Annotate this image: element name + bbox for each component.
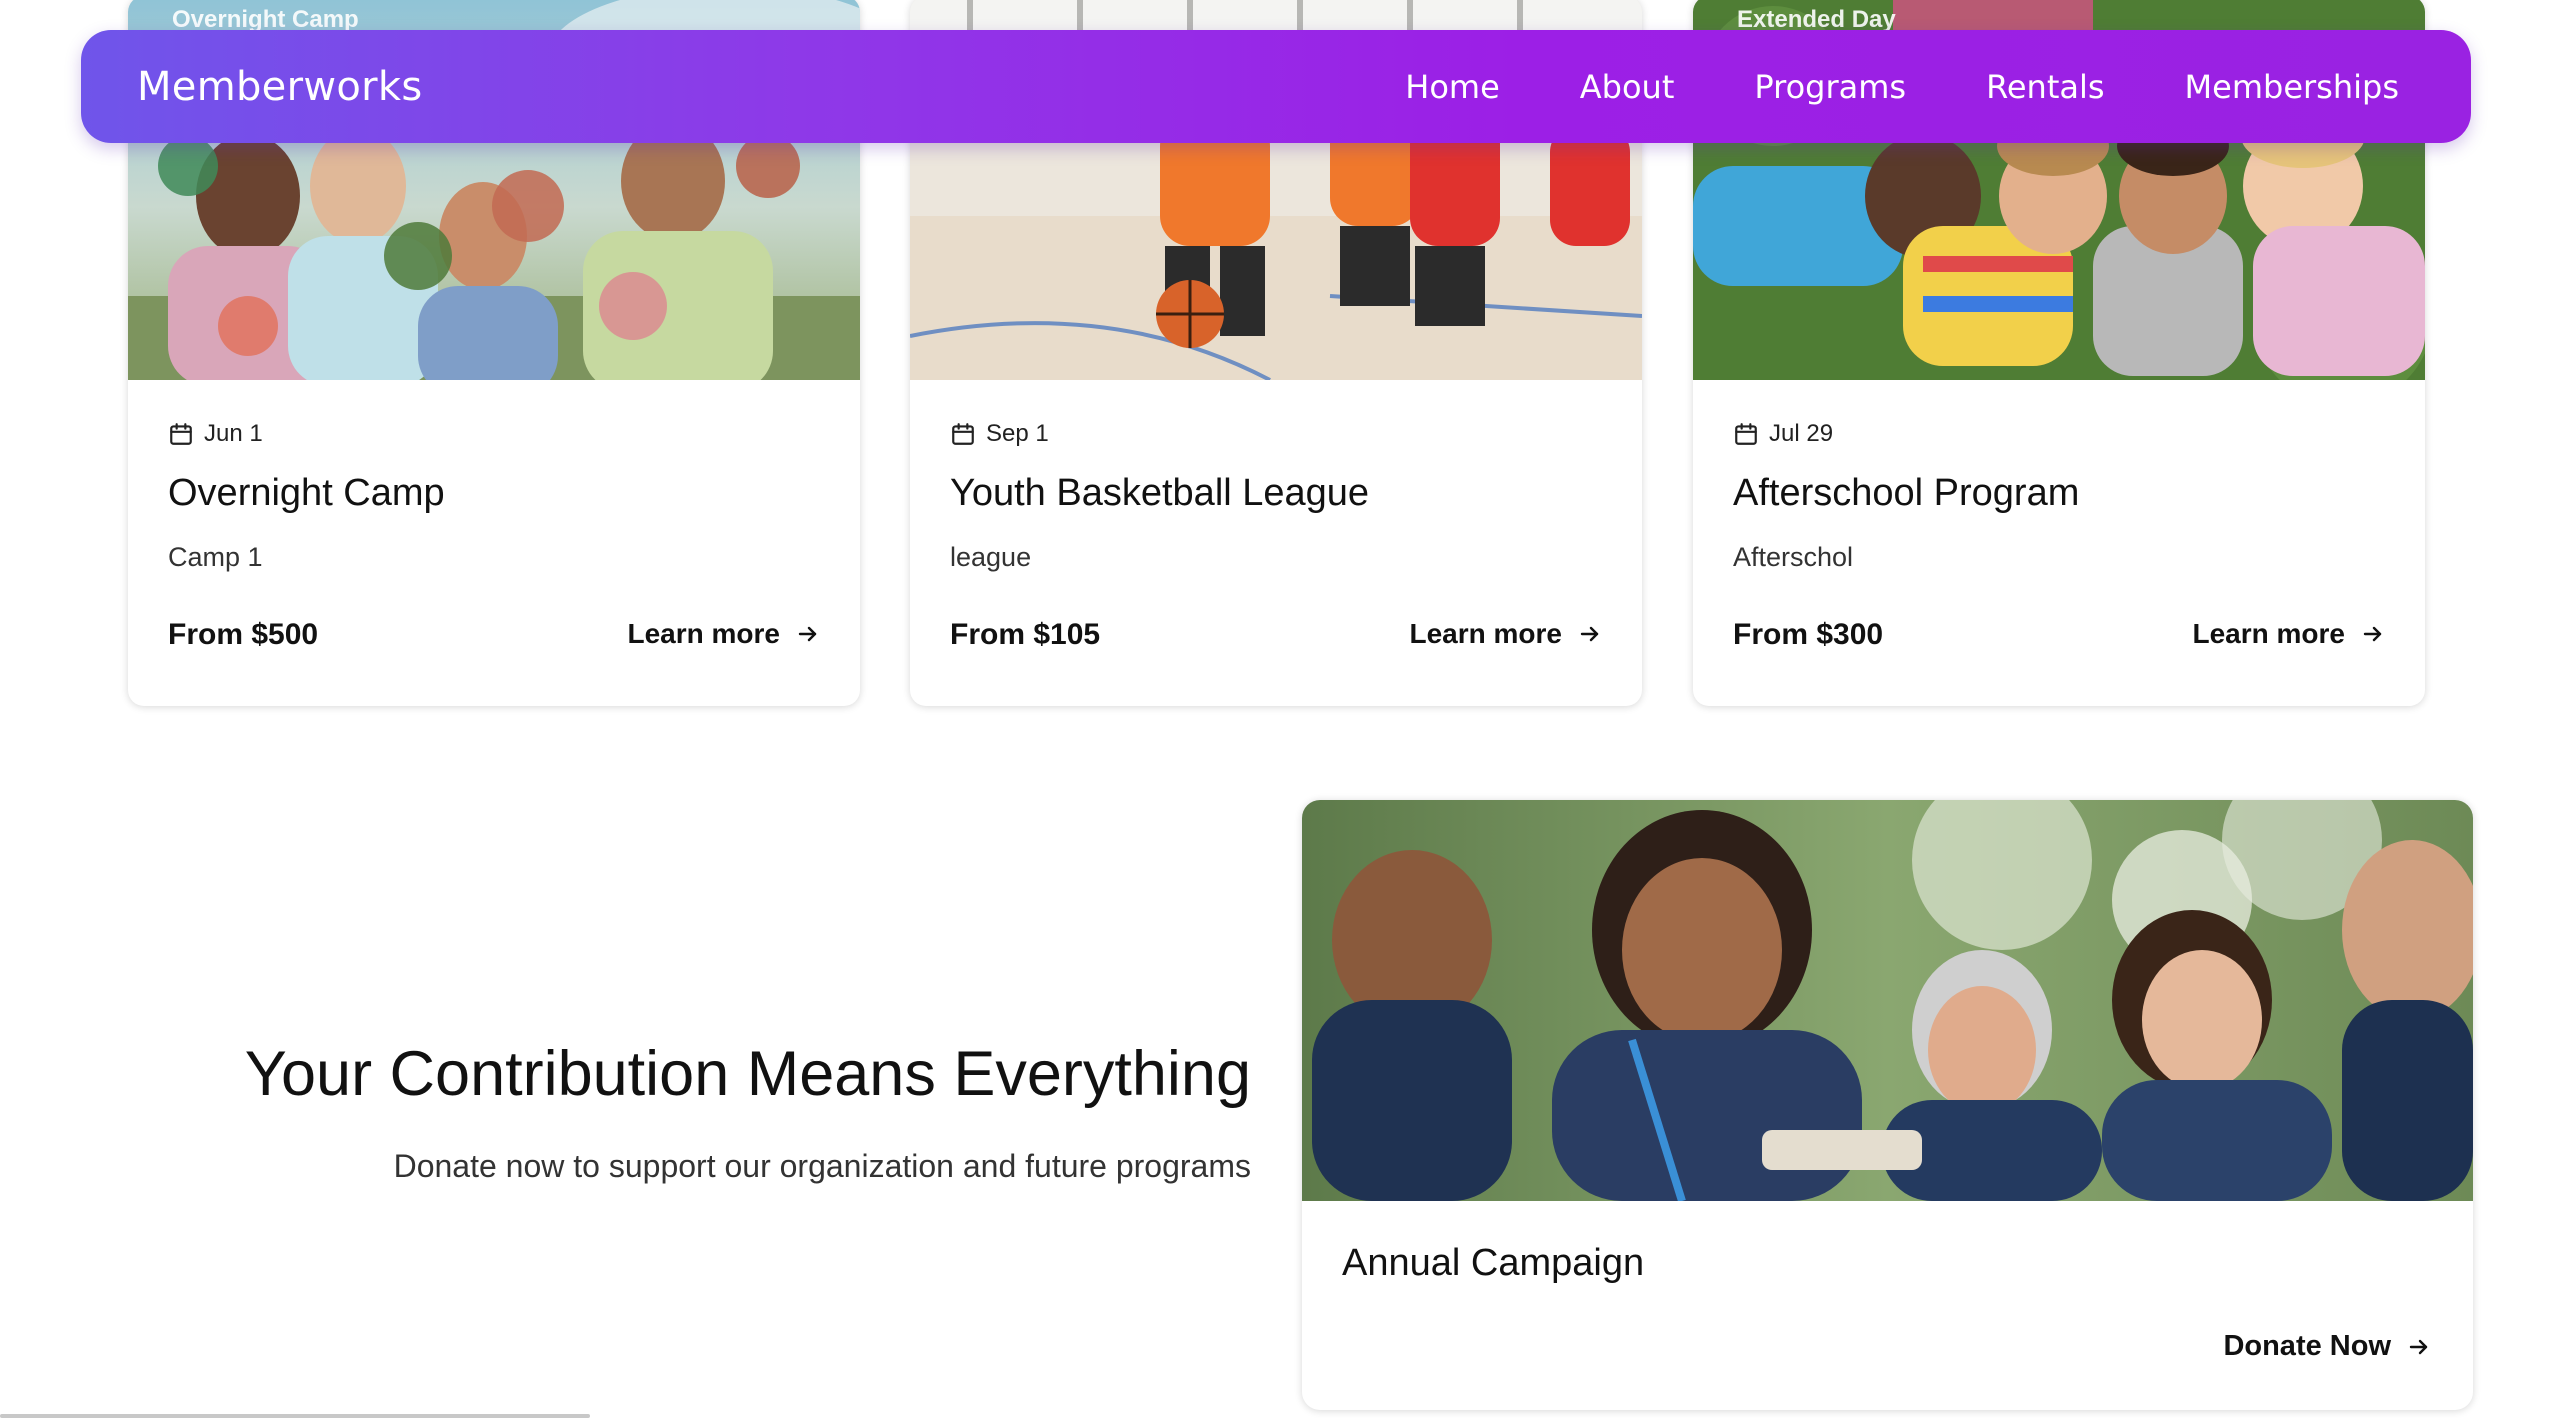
- campaign-image: [1302, 800, 2473, 1201]
- program-title[interactable]: Youth Basketball League: [950, 472, 1369, 515]
- campaign-title[interactable]: Annual Campaign: [1342, 1242, 1644, 1285]
- program-subtitle: Afterschol: [1733, 542, 1854, 572]
- arrow-right-icon: [1580, 626, 1599, 642]
- donate-now-label: Donate Now: [2223, 1330, 2391, 1362]
- learn-more-link[interactable]: Learn more: [2193, 618, 2386, 650]
- arrow-right-icon: [798, 626, 817, 642]
- program-date: Jun 1: [168, 420, 263, 448]
- calendar-icon: [1735, 423, 1757, 445]
- learn-more-label: Learn more: [1409, 618, 1563, 649]
- arrow-right-icon: [2363, 626, 2382, 642]
- learn-more-label: Learn more: [2192, 618, 2346, 649]
- learn-more-link[interactable]: Learn more: [1410, 618, 1603, 650]
- brand-logo[interactable]: Memberworks: [137, 64, 422, 110]
- donation-heading: Your Contribution Means Everything: [244, 1039, 1251, 1109]
- program-date: Sep 1: [950, 420, 1049, 448]
- program-title[interactable]: Overnight Camp: [168, 472, 445, 515]
- program-date-text: Jul 29: [1769, 420, 1834, 447]
- donation-subtext: Donate now to support our organization a…: [393, 1148, 1251, 1184]
- nav-link-rentals[interactable]: Rentals: [1986, 68, 2104, 106]
- donate-now-button[interactable]: Donate Now: [2223, 1330, 2431, 1363]
- horizontal-scrollbar[interactable]: [0, 1414, 590, 1418]
- program-date-text: Sep 1: [986, 420, 1049, 447]
- nav-links: Home About Programs Rentals Memberships: [1405, 68, 2399, 106]
- program-price: From $105: [950, 618, 1101, 651]
- nav-link-programs[interactable]: Programs: [1754, 68, 1906, 106]
- learn-more-label: Learn more: [627, 618, 781, 649]
- nav-link-memberships[interactable]: Memberships: [2185, 68, 2399, 106]
- program-price: From $500: [168, 618, 319, 651]
- program-subtitle: Camp 1: [168, 542, 263, 572]
- nav-link-about[interactable]: About: [1580, 68, 1675, 106]
- program-price: From $300: [1733, 618, 1884, 651]
- program-date-text: Jun 1: [204, 420, 263, 447]
- campaign-card[interactable]: Annual Campaign Donate Now: [1302, 800, 2473, 1410]
- calendar-icon: [170, 423, 192, 445]
- program-subtitle: league: [950, 542, 1032, 572]
- main-navbar: Memberworks Home About Programs Rentals …: [81, 30, 2471, 143]
- calendar-icon: [952, 423, 974, 445]
- program-date: Jul 29: [1733, 420, 1833, 448]
- nav-link-home[interactable]: Home: [1405, 68, 1500, 106]
- learn-more-link[interactable]: Learn more: [628, 618, 821, 650]
- program-title[interactable]: Afterschool Program: [1733, 472, 2079, 515]
- arrow-right-icon: [2409, 1339, 2428, 1354]
